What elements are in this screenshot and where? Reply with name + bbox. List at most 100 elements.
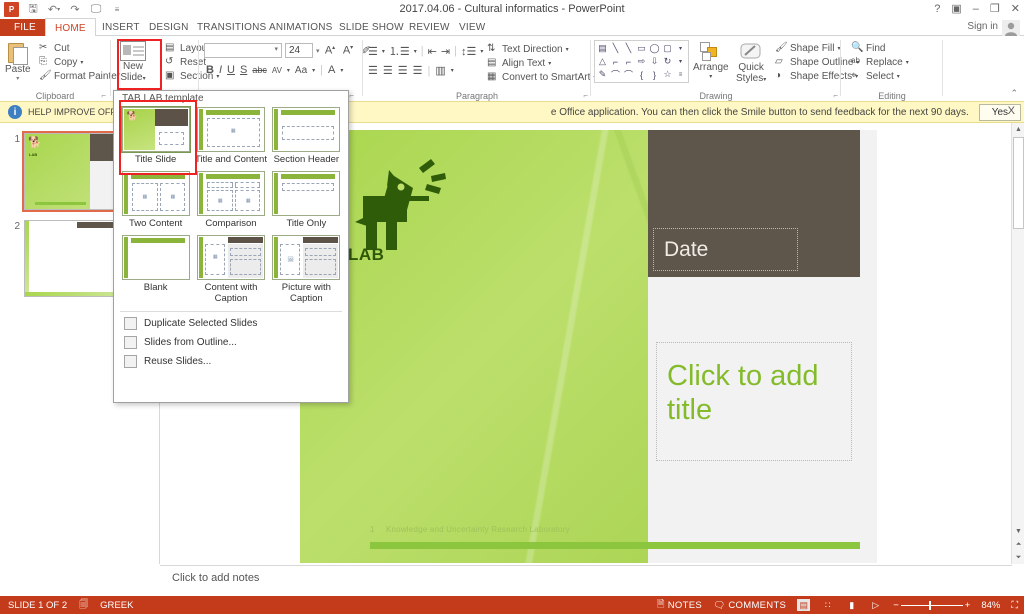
shape-elbow-icon[interactable]: ⌐: [609, 55, 622, 68]
tab-view[interactable]: VIEW: [450, 19, 494, 36]
shape-more-2[interactable]: ▾: [674, 55, 687, 68]
layout-title-and-content[interactable]: ▦ Title and Content: [193, 105, 268, 169]
scroll-down-icon[interactable]: ▼: [1012, 525, 1024, 538]
new-slide-button[interactable]: New Slide▾: [120, 41, 146, 85]
bold-button[interactable]: B: [206, 64, 214, 76]
sign-in-button[interactable]: Sign in: [967, 21, 998, 32]
shape-left-brace-icon[interactable]: {: [635, 68, 648, 81]
shape-elbow2-icon[interactable]: ⌐: [622, 55, 635, 68]
slide-thumbnail-1[interactable]: 🐕 LAB: [22, 131, 129, 212]
slide-thumbnail-2[interactable]: [24, 220, 127, 297]
convert-to-smartart-button[interactable]: ▦ Convert to SmartArt▾: [484, 70, 599, 84]
align-center-button[interactable]: ☰: [383, 64, 393, 77]
numbering-button[interactable]: ⒈☰: [389, 43, 410, 59]
quick-styles-button[interactable]: Quick Styles▾: [736, 42, 766, 86]
font-color-button[interactable]: A: [328, 64, 335, 76]
tab-file[interactable]: FILE: [0, 19, 50, 36]
find-button[interactable]: 🔍 Find: [848, 41, 912, 55]
fit-slide-to-window-button[interactable]: ⛶: [1011, 600, 1018, 611]
thumbnail-row-2[interactable]: 2: [8, 220, 127, 297]
help-icon[interactable]: ?: [934, 3, 940, 15]
shapes-gallery[interactable]: ▤ ╲ ╲ ▭ ◯ ▢ ▾ △ ⌐ ⌐ ⇨ ⇩ ↻ ▾ ✎ ⌒ ⌒ {} ☆ …: [594, 40, 689, 83]
shape-more-1[interactable]: ▾: [674, 42, 687, 55]
paragraph-dialog-launcher[interactable]: ⌐: [583, 91, 588, 100]
menu-reuse-slides[interactable]: Reuse Slides...: [114, 352, 348, 371]
change-case-button[interactable]: Aa: [295, 65, 307, 76]
collapse-ribbon-button[interactable]: ⌃: [1010, 88, 1018, 99]
zoom-handle[interactable]: [928, 600, 931, 610]
italic-button[interactable]: I: [219, 64, 222, 76]
next-slide-icon[interactable]: ⏷: [1012, 551, 1024, 564]
shape-more-3[interactable]: ≡: [674, 68, 687, 81]
minimize-icon[interactable]: –: [973, 3, 979, 15]
align-right-button[interactable]: ☰: [398, 64, 408, 77]
layout-content-with-caption[interactable]: ▦ Content with Caption: [193, 233, 268, 308]
select-button[interactable]: ⌖ Select ▾: [848, 69, 912, 83]
shape-arrow-icon[interactable]: ╲: [622, 42, 635, 55]
ribbon-display-options-icon[interactable]: ▣: [951, 2, 961, 15]
underline-button[interactable]: U: [227, 64, 235, 76]
bullets-button[interactable]: ☰: [368, 45, 378, 58]
layout-comparison[interactable]: ▦ ▦ Comparison: [193, 169, 268, 233]
zoom-track[interactable]: [900, 600, 963, 610]
current-slide[interactable]: LAB Date Click to add title 1 Knowledge …: [300, 130, 877, 563]
avatar[interactable]: [1002, 20, 1020, 37]
shape-curved-arrow-icon[interactable]: ↻: [661, 55, 674, 68]
strikethrough-button[interactable]: abc: [252, 65, 267, 75]
comments-toggle-button[interactable]: 🗨 COMMENTS: [713, 600, 786, 611]
shapes-grid[interactable]: ▤ ╲ ╲ ▭ ◯ ▢ ▾ △ ⌐ ⌐ ⇨ ⇩ ↻ ▾ ✎ ⌒ ⌒ {} ☆ …: [594, 40, 689, 83]
reading-view-button[interactable]: ▮: [845, 599, 858, 611]
spelling-icon[interactable]: 🗐: [79, 597, 88, 613]
line-spacing-button[interactable]: ↕☰: [461, 45, 476, 58]
justify-button[interactable]: ☰: [413, 64, 423, 77]
align-text-button[interactable]: ▤ Align Text ▾: [484, 56, 599, 70]
shape-freeform-icon[interactable]: ✎: [596, 68, 609, 81]
thumbnail-row-1[interactable]: 1 🐕 LAB: [8, 131, 129, 212]
shape-line-icon[interactable]: ╲: [609, 42, 622, 55]
shape-triangle-icon[interactable]: △: [596, 55, 609, 68]
character-spacing-button[interactable]: AV: [272, 66, 282, 75]
zoom-slider[interactable]: − +: [893, 600, 970, 611]
shape-right-arrow-icon[interactable]: ⇨: [635, 55, 648, 68]
text-shadow-button[interactable]: S: [240, 64, 247, 76]
shape-textbox-icon[interactable]: ▤: [596, 42, 609, 55]
layout-picture-with-caption[interactable]: 🖼 Picture with Caption: [269, 233, 344, 308]
notes-pane[interactable]: Click to add notes: [160, 565, 1012, 595]
slide-show-view-button[interactable]: ▷: [869, 599, 882, 611]
shape-rounded-rect-icon[interactable]: ▢: [661, 42, 674, 55]
notes-toggle-button[interactable]: 🗎 NOTES: [657, 597, 702, 613]
vertical-scrollbar[interactable]: ▲ ▼ ⏶ ⏷: [1011, 123, 1024, 564]
restore-icon[interactable]: ❐: [990, 2, 1000, 15]
layout-title-only[interactable]: Title Only: [269, 169, 344, 233]
language-indicator[interactable]: GREEK: [100, 600, 133, 611]
increase-font-size-button[interactable]: A▴: [323, 44, 338, 57]
shape-rectangle-icon[interactable]: ▭: [635, 42, 648, 55]
font-dialog-launcher[interactable]: ⌐: [349, 91, 354, 100]
slide-sorter-view-button[interactable]: ∷: [821, 599, 834, 611]
zoom-out-button[interactable]: −: [893, 600, 899, 611]
paste-button[interactable]: Paste ▾: [5, 40, 31, 82]
layout-blank[interactable]: Blank: [118, 233, 193, 308]
close-icon[interactable]: ✕: [1011, 2, 1020, 15]
shape-right-brace-icon[interactable]: }: [648, 68, 661, 81]
title-placeholder[interactable]: Click to add title: [656, 342, 852, 461]
zoom-in-button[interactable]: +: [965, 600, 971, 611]
align-left-button[interactable]: ☰: [368, 64, 378, 77]
columns-button[interactable]: ▥: [435, 64, 445, 77]
layout-title-slide[interactable]: 🐕 Title Slide: [118, 105, 193, 169]
decrease-indent-button[interactable]: ⇤: [428, 45, 437, 58]
layout-two-content[interactable]: ▦ ▦ Two Content: [118, 169, 193, 233]
zoom-level-label[interactable]: 84%: [981, 600, 1000, 611]
shape-curve-icon[interactable]: ⌒: [609, 68, 622, 81]
shape-oval-icon[interactable]: ◯: [648, 42, 661, 55]
tab-home[interactable]: HOME: [45, 18, 96, 37]
layout-section-header[interactable]: Section Header: [269, 105, 344, 169]
text-direction-button[interactable]: ⇅ Text Direction ▾: [484, 42, 599, 56]
clipboard-dialog-launcher[interactable]: ⌐: [101, 91, 106, 100]
date-placeholder[interactable]: Date: [653, 228, 798, 271]
shape-star-icon[interactable]: ☆: [661, 68, 674, 81]
menu-duplicate-selected-slides[interactable]: Duplicate Selected Slides: [114, 314, 348, 333]
scrollbar-thumb[interactable]: [1013, 137, 1024, 229]
normal-view-button[interactable]: ▤: [797, 599, 811, 611]
shape-down-arrow-icon[interactable]: ⇩: [648, 55, 661, 68]
